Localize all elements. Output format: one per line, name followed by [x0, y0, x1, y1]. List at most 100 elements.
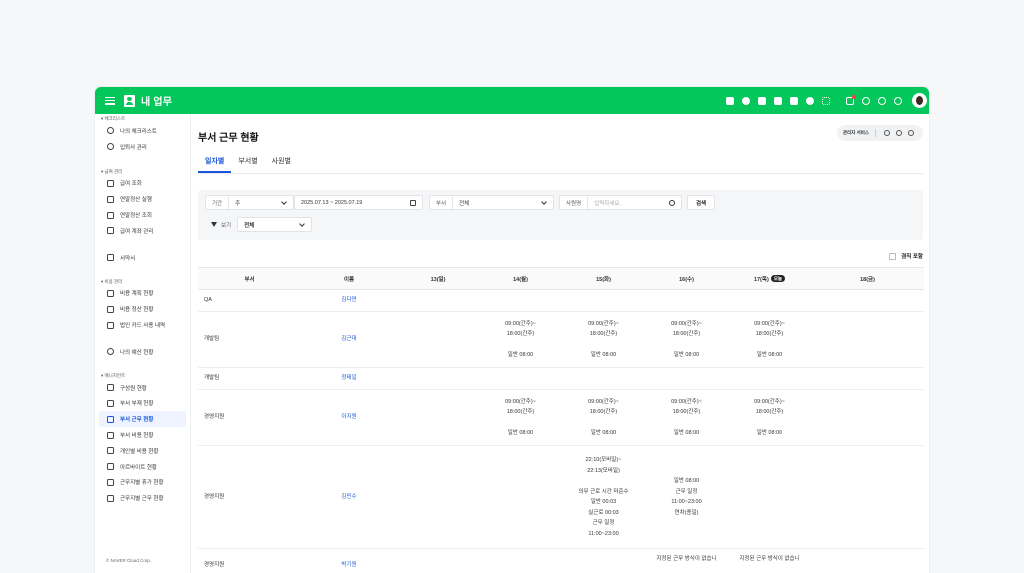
day-cell[interactable]: [479, 548, 562, 573]
view-select[interactable]: 보기 전체: [211, 217, 319, 232]
sidebar-item[interactable]: 급여 조회: [95, 176, 190, 192]
day-cell[interactable]: [811, 548, 924, 573]
employee-name-link[interactable]: 김민수: [301, 445, 397, 549]
sidebar-item[interactable]: 연말정산 실행: [95, 191, 190, 207]
day-cell[interactable]: 09:00(간주)~ 18:00(간주) 일반 08:00: [562, 311, 645, 368]
calendar-icon[interactable]: [774, 96, 782, 105]
day-cell[interactable]: [397, 367, 479, 390]
sidebar-item[interactable]: 부서 비용 현황: [95, 427, 190, 443]
mail-icon[interactable]: [758, 96, 766, 105]
day-cell[interactable]: [562, 548, 645, 573]
sidebar-item[interactable]: 구성원 현황: [95, 380, 190, 396]
sidebar-item-dept-work[interactable]: 부서 근무 현황: [99, 411, 186, 428]
grid-icon[interactable]: [822, 96, 830, 105]
dept-select[interactable]: 부서 전체: [429, 195, 554, 210]
sidebar-section-title[interactable]: ▾ 매니지먼트: [95, 371, 190, 380]
day-cell[interactable]: [811, 389, 924, 446]
tab-by-dept[interactable]: 부서별: [231, 154, 264, 173]
day-cell[interactable]: [397, 289, 479, 312]
day-cell[interactable]: [728, 367, 811, 390]
day-cell[interactable]: [397, 445, 479, 549]
day-cell[interactable]: 09:00(간주)~ 18:00(간주) 일반 08:00: [728, 389, 811, 446]
sidebar-section-title[interactable]: ▾ 비용 관리: [95, 277, 190, 286]
day-cell[interactable]: 09:00(간주)~ 18:00(간주) 일반 08:00: [645, 311, 728, 368]
sidebar-item[interactable]: 비용 정산 현황: [95, 301, 190, 317]
sidebar-item[interactable]: 개인별 비용 현황: [95, 443, 190, 459]
sidebar-item[interactable]: 나의 체크리스트: [95, 123, 190, 139]
day-cell[interactable]: [811, 367, 924, 390]
day-cell[interactable]: [397, 311, 479, 368]
tab-by-employee[interactable]: 사원별: [265, 154, 298, 173]
day-cell[interactable]: 지정된 근무 방식이 없습니: [728, 548, 811, 573]
day-cell[interactable]: [728, 289, 811, 312]
sidebar-item[interactable]: 급여 계좌 관리: [95, 223, 190, 239]
employee-name-link[interactable]: 이지원: [301, 389, 397, 446]
column-header-today[interactable]: 17(목) 오늘: [728, 267, 811, 290]
target-icon[interactable]: [884, 130, 890, 136]
employee-name-link[interactable]: 정태일: [301, 367, 397, 390]
search-icon[interactable]: [669, 199, 675, 206]
sidebar-item[interactable]: 부서 부재 현황: [95, 396, 190, 412]
day-cell[interactable]: [811, 445, 924, 549]
help-icon[interactable]: [878, 96, 886, 105]
day-cell[interactable]: [397, 389, 479, 446]
sidebar-section-title[interactable]: ▾ 급여 관리: [95, 167, 190, 176]
bell-icon[interactable]: [846, 94, 856, 105]
day-cell[interactable]: [397, 548, 479, 573]
day-cell[interactable]: [479, 289, 562, 312]
sidebar-section-title[interactable]: ▾ 체크리스트: [95, 114, 190, 123]
settings-icon[interactable]: [894, 96, 902, 105]
sidebar-item[interactable]: 법인 카드 사용 내역: [95, 317, 190, 333]
employee-name-link[interactable]: 박기원: [301, 548, 397, 573]
sidebar-item[interactable]: 근무지별 근무 현황: [95, 490, 190, 506]
day-cell[interactable]: [811, 289, 924, 312]
tab-by-date[interactable]: 일자별: [198, 154, 232, 173]
employee-name-link[interactable]: 김다연: [301, 289, 397, 312]
user-avatar[interactable]: [912, 93, 927, 108]
day-cell[interactable]: 지정된 근무 방식이 없습니: [645, 548, 728, 573]
apps-icon[interactable]: [726, 96, 734, 105]
manager-service-button[interactable]: 관리자 서비스: [843, 130, 869, 136]
day-cell[interactable]: 09:00(간주)~ 18:00(간주) 일반 08:00: [479, 389, 562, 446]
day-cell[interactable]: 09:00(간주)~ 18:00(간주) 일반 08:00: [728, 311, 811, 368]
day-cell[interactable]: [645, 367, 728, 390]
day-cell[interactable]: 22:10(모바일)~ 22:13(모바일) 의무 근로 시간 미준수 일반 0…: [562, 445, 645, 549]
sidebar-item[interactable]: 연말정산 조회: [95, 207, 190, 223]
column-header[interactable]: 15(화): [562, 267, 645, 290]
sidebar-item[interactable]: 입퇴사 관리: [95, 139, 190, 155]
calendar-icon[interactable]: [410, 199, 416, 206]
employee-search-input[interactable]: 입력하세요.: [588, 199, 669, 207]
day-cell[interactable]: [479, 367, 562, 390]
sidebar-item[interactable]: 아르바이트 현황: [95, 459, 190, 475]
note-icon[interactable]: [790, 96, 798, 105]
concurrent-checkbox[interactable]: [889, 252, 897, 260]
search-button[interactable]: 검색: [687, 195, 715, 210]
search-icon[interactable]: [896, 130, 902, 136]
period-select[interactable]: 기간 주: [205, 195, 294, 210]
sidebar-item[interactable]: 근무지별 휴가 현황: [95, 475, 190, 491]
sidebar-item[interactable]: 비용 계획 현황: [95, 286, 190, 302]
org-icon[interactable]: [862, 96, 870, 105]
chat-icon[interactable]: [742, 96, 750, 105]
day-cell[interactable]: 09:00(간주)~ 18:00(간주) 일반 08:00: [645, 389, 728, 446]
day-cell[interactable]: 일반 08:00 근무 일정 11:00~23:00 연차(종일): [645, 445, 728, 549]
day-cell[interactable]: 09:00(간주)~ 18:00(간주) 일반 08:00: [562, 389, 645, 446]
day-cell[interactable]: [728, 445, 811, 549]
column-header[interactable]: 14(월): [479, 267, 562, 290]
column-header[interactable]: 18(금): [811, 267, 924, 290]
day-cell[interactable]: [562, 367, 645, 390]
info-icon[interactable]: [908, 130, 914, 136]
column-header[interactable]: 13(일): [397, 267, 479, 290]
employee-name-link[interactable]: 김근대: [301, 311, 397, 368]
view-dropdown[interactable]: 전체: [237, 217, 313, 232]
day-cell[interactable]: 09:00(간주)~ 18:00(간주) 일반 08:00: [479, 311, 562, 368]
sidebar-item[interactable]: 서약서: [95, 250, 190, 266]
column-header[interactable]: 16(수): [645, 267, 728, 290]
sidebar-item[interactable]: 나의 예산 현황: [95, 344, 190, 360]
day-cell[interactable]: [645, 289, 728, 312]
employee-search[interactable]: 사원명 입력하세요.: [559, 195, 682, 210]
date-range-picker[interactable]: 2025.07.13 ~ 2025.07.19: [294, 195, 423, 210]
drive-icon[interactable]: [806, 96, 814, 105]
day-cell[interactable]: [811, 311, 924, 368]
column-header[interactable]: 부서: [198, 267, 301, 290]
